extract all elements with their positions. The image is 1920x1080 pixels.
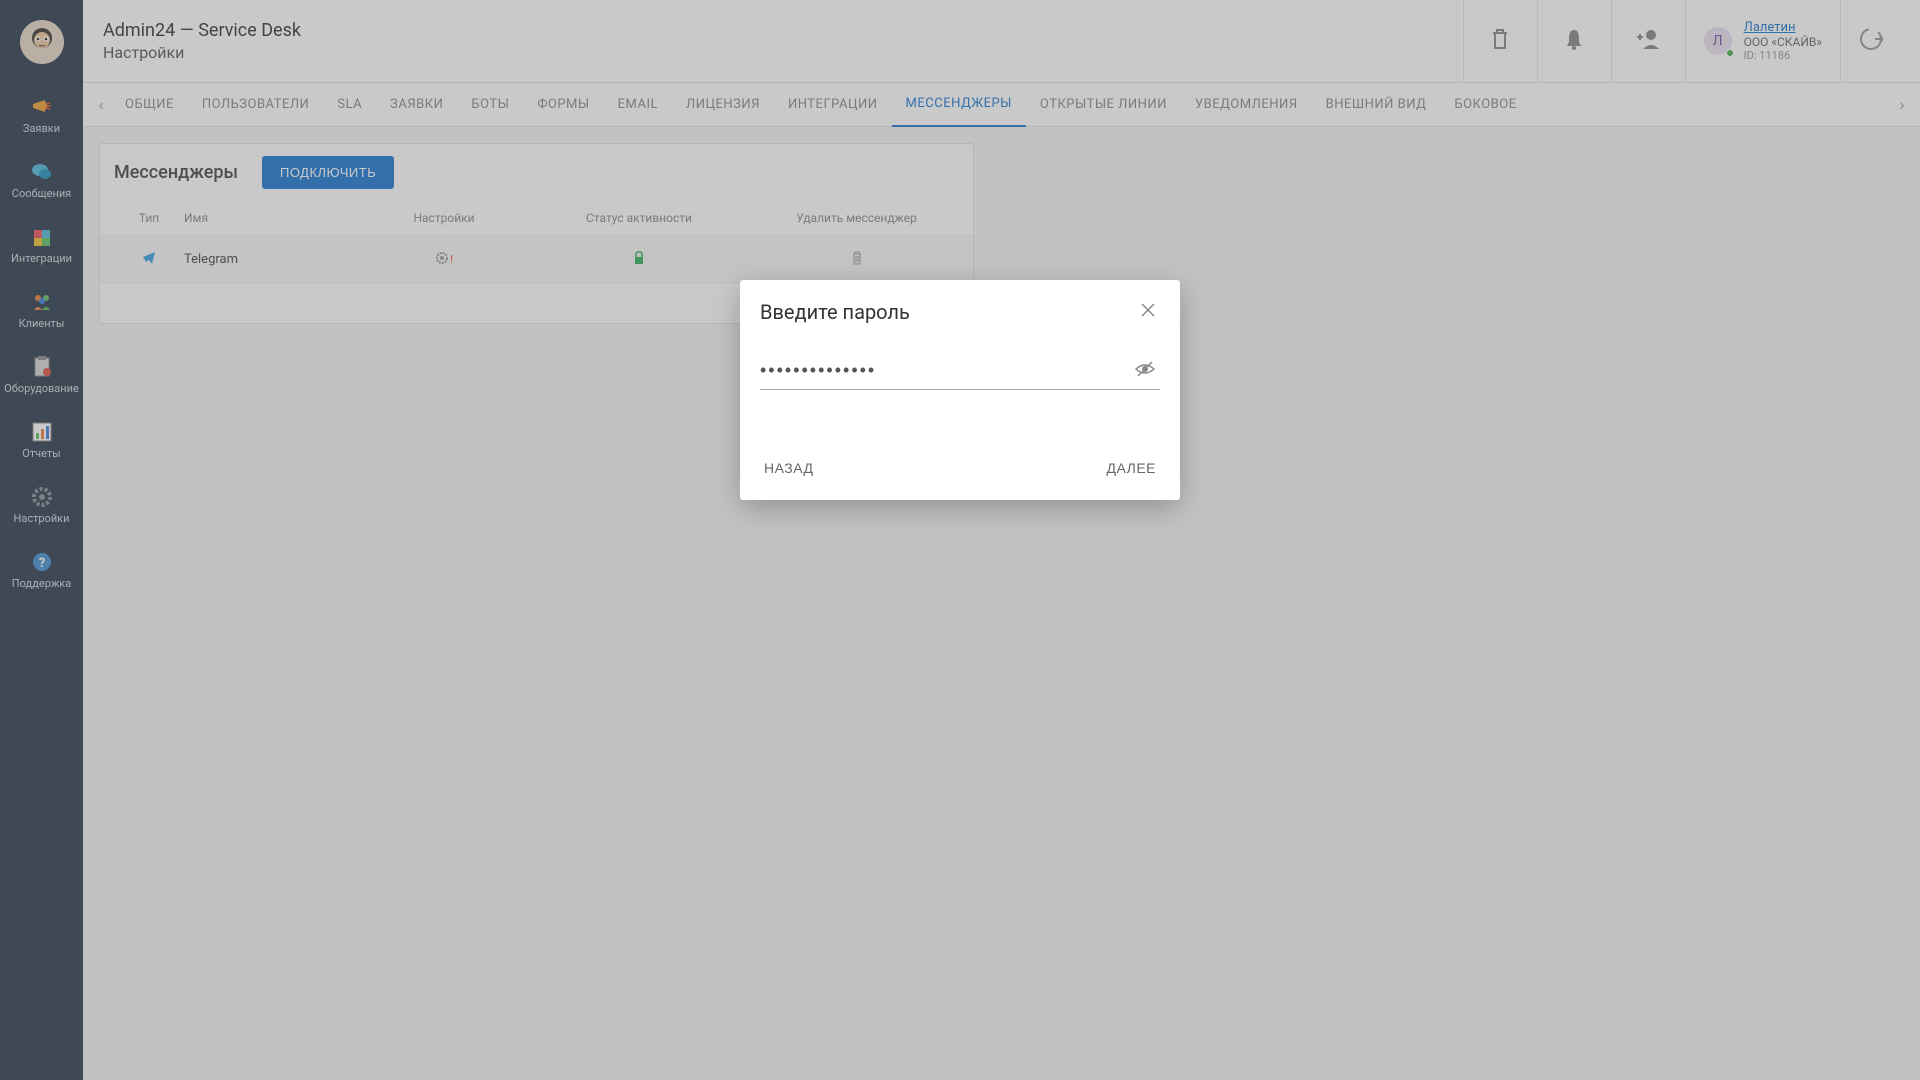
modal-next-button[interactable]: ДАЛЕЕ	[1103, 454, 1161, 482]
modal-title: Введите пароль	[760, 300, 910, 324]
modal-back-button[interactable]: НАЗАД	[760, 454, 818, 482]
eye-off-icon	[1134, 363, 1156, 382]
modal-overlay[interactable]: Введите пароль НАЗАД ДАЛЕЕ	[0, 0, 1920, 1080]
password-input[interactable]	[760, 354, 1130, 387]
toggle-password-visibility[interactable]	[1130, 356, 1160, 386]
password-modal: Введите пароль НАЗАД ДАЛЕЕ	[740, 280, 1180, 500]
modal-close-button[interactable]	[1136, 298, 1160, 326]
close-icon	[1140, 303, 1156, 322]
